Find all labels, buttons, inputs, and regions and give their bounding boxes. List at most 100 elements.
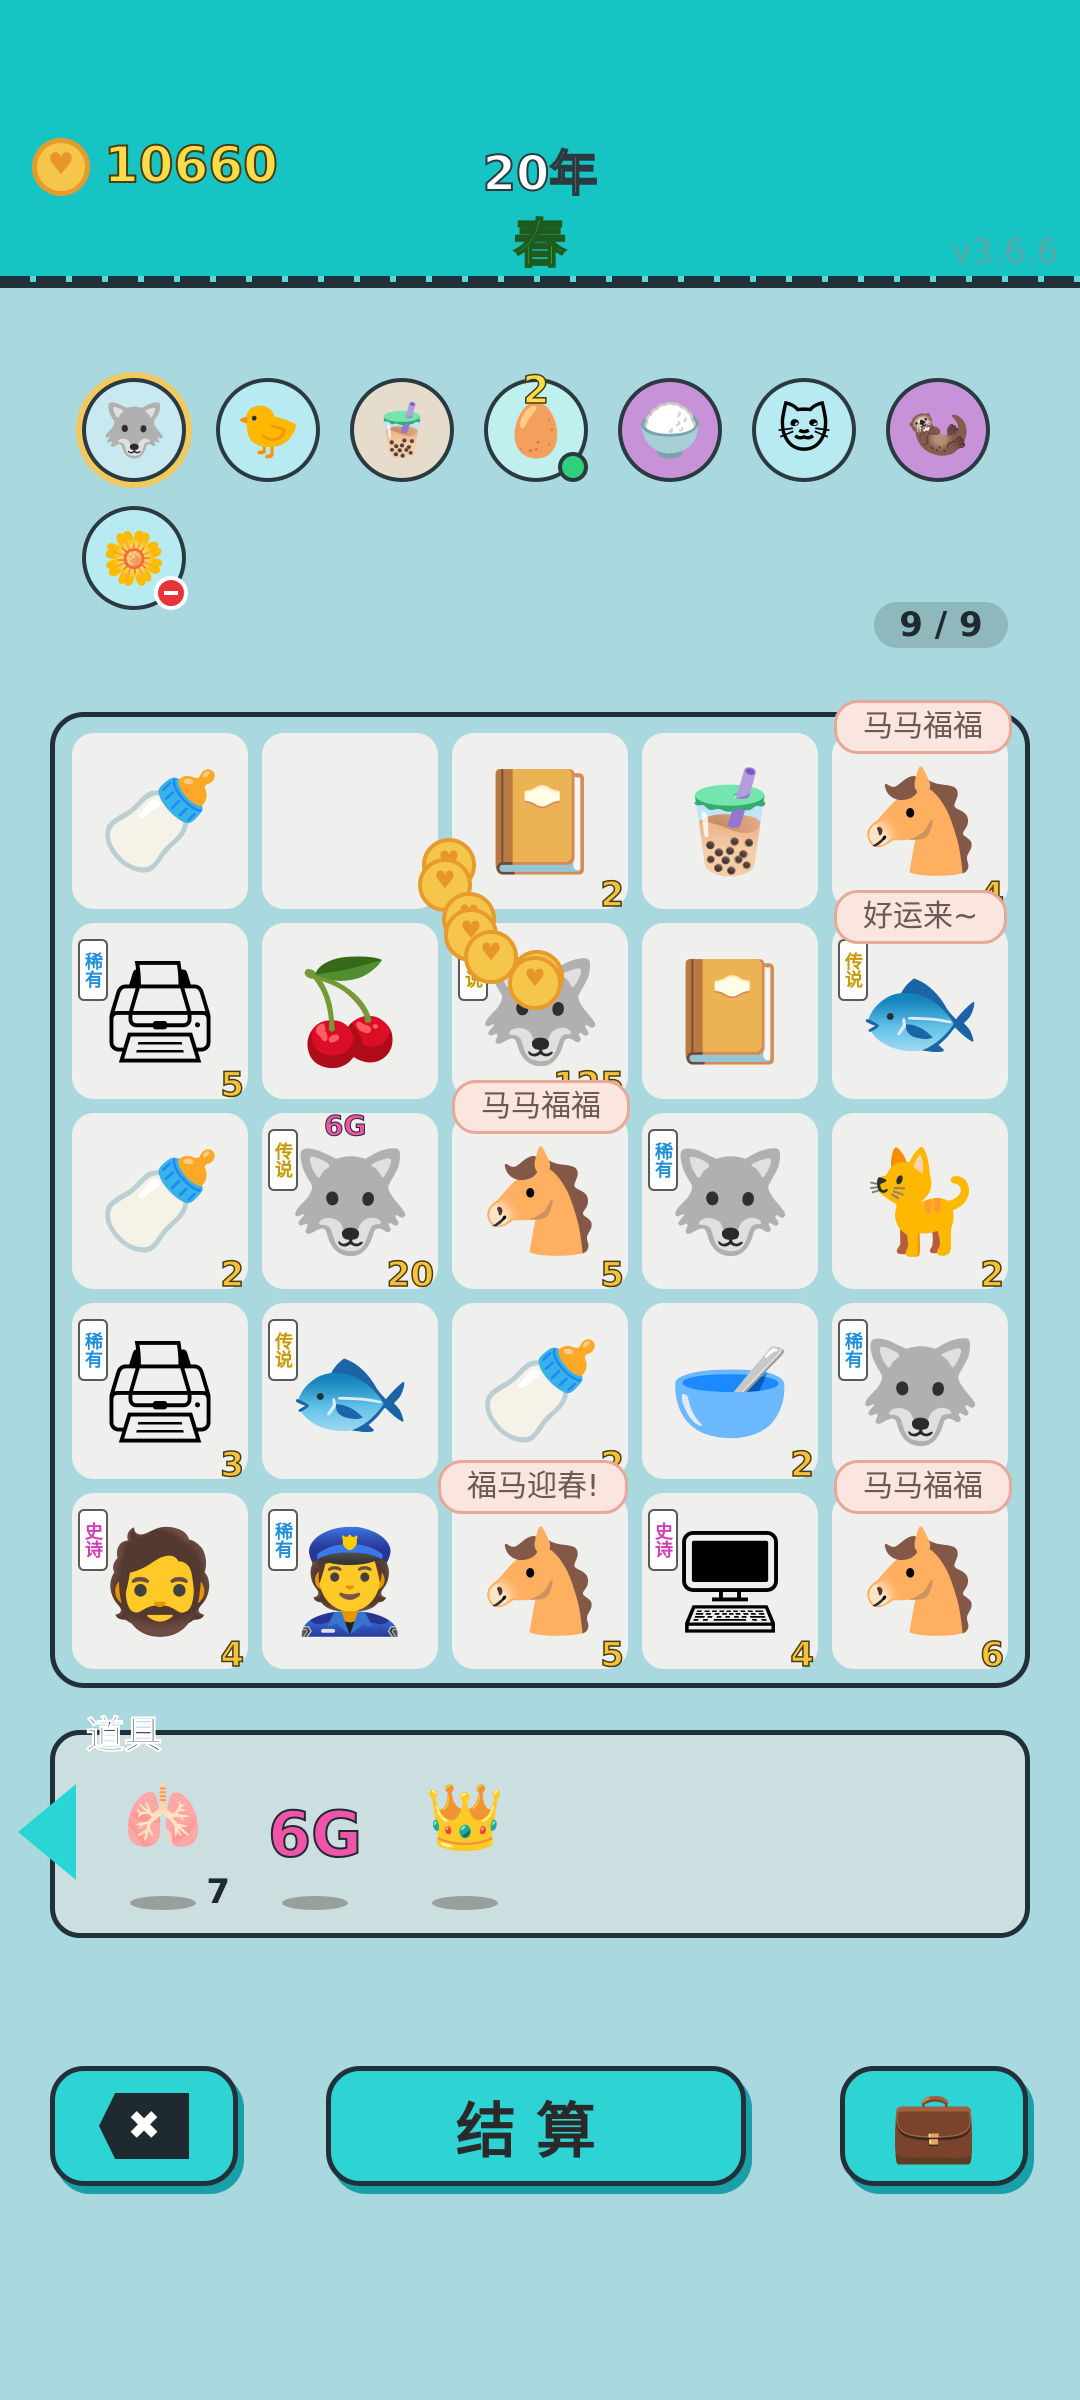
board-cell-printer[interactable]: 🖨 稀有 3 — [72, 1303, 248, 1486]
board-cell-bowl[interactable]: 🥣 2 — [642, 1303, 818, 1486]
chick-syringe-icon: 🐤 — [235, 400, 301, 461]
board-cell-book[interactable]: 📔 2 — [452, 733, 628, 916]
settle-button[interactable]: 结算 — [326, 2066, 746, 2186]
board-cell-cherry[interactable]: 🍒 — [262, 923, 438, 1099]
horse-icon: 🐴 — [477, 1143, 603, 1260]
buff-egg-tray[interactable]: 🥚 2 — [484, 367, 588, 482]
board-cell-green-hair-man[interactable]: 🧔 史诗 4 — [72, 1493, 248, 1676]
milk-bottle-icon: 🍼 — [477, 1333, 603, 1450]
coin-particle — [508, 956, 562, 1010]
prev-arrow-icon[interactable] — [18, 1784, 76, 1880]
item-liver[interactable]: 🫁 7 — [108, 1780, 230, 1912]
cell-count: 5 — [600, 1254, 625, 1296]
board-cell-horse[interactable]: 🐴4 — [832, 733, 1008, 916]
item-shadow — [282, 1896, 348, 1910]
board-cell-empty[interactable] — [262, 733, 438, 909]
milk-bottle-icon: 🍼 — [97, 1143, 223, 1260]
crown-icon: 👑 — [425, 1781, 505, 1855]
buff-bubble-tea[interactable]: 🧋 — [350, 378, 454, 482]
remove-button[interactable]: ✖ — [50, 2066, 238, 2186]
coin-icon — [32, 138, 90, 196]
rarity-badge: 稀有 — [648, 1129, 678, 1191]
board-cell-milk-bottle[interactable]: 🍼2 — [452, 1303, 628, 1486]
cell-count: 2 — [980, 1254, 1005, 1296]
buff-rice-bowls[interactable]: 🍚 — [618, 378, 722, 482]
horse-icon: 🐴 — [857, 1523, 983, 1640]
active-dot-icon — [558, 452, 588, 482]
board-cell-pink-bowl-tea[interactable]: 🧋 — [642, 733, 818, 909]
buff-husky-coin[interactable]: 🐺 — [82, 378, 186, 482]
rarity-badge: 稀有 — [78, 939, 108, 1001]
year-label: 20年 — [482, 145, 599, 203]
rarity-badge: 稀有 — [78, 1319, 108, 1381]
bubble-tea-icon: 🧋 — [369, 400, 435, 461]
board-cell-koi-fish[interactable]: 🐟 传说 — [262, 1303, 438, 1479]
bag-button[interactable]: 💼 — [840, 2066, 1028, 2186]
board-cell-book[interactable]: 📔 — [642, 923, 818, 1099]
meerkats-icon: 🦦 — [905, 400, 971, 461]
rice-bowls-icon: 🍚 — [637, 400, 703, 461]
speech-bubble: 马马福福 — [834, 1460, 1012, 1514]
rarity-badge: 稀有 — [838, 1319, 868, 1381]
cell-count: 5 — [220, 1064, 245, 1106]
book-icon: 📔 — [667, 953, 793, 1070]
book-icon: 📔 — [477, 763, 603, 880]
version-label: v3.6.6 — [951, 232, 1058, 272]
board-cell-husky-gray[interactable]: 🐺 稀有 — [642, 1113, 818, 1289]
6g-tag: 6G — [323, 1109, 367, 1143]
board-cell-horse[interactable]: 🐴 5 — [452, 1493, 628, 1676]
buff-meerkats[interactable]: 🦦 — [886, 378, 990, 482]
cell-count: 6 — [980, 1634, 1005, 1676]
cat-coin-icon: 🐱 — [776, 400, 832, 460]
board-cell-horse[interactable]: 🐴 6 — [832, 1493, 1008, 1676]
cell-count: 2 — [600, 874, 625, 916]
settle-label: 结算 — [456, 2096, 616, 2167]
items-title: 道具 — [85, 1713, 163, 1758]
buff-potted-flower[interactable]: 🌼 — [82, 506, 188, 610]
board-cell-yellow-cat[interactable]: 🐈 2 — [832, 1113, 1008, 1296]
item-6g[interactable]: 6G — [260, 1780, 370, 1910]
cell-count: 2 — [790, 1444, 815, 1486]
board-cell-milk-bottle[interactable]: 🍼 — [72, 733, 248, 909]
speech-bubble: 马马福福 — [452, 1080, 630, 1134]
rarity-badge: 传说 — [838, 939, 868, 1001]
cell-count: 3 — [220, 1444, 245, 1486]
slot-counter: 9 / 9 — [874, 602, 1008, 648]
board-cell-milk-bottle[interactable]: 🍼2 — [72, 1113, 248, 1296]
buff-chick-syringe[interactable]: 🐤 — [216, 378, 320, 482]
board-cell-horse[interactable]: 🐴 5 — [452, 1113, 628, 1296]
speech-bubble: 马马福福 — [834, 700, 1012, 754]
cherry-icon: 🍒 — [287, 953, 413, 1070]
cell-count: 5 — [600, 1634, 625, 1676]
board-cell-gpu[interactable]: 🖥 史诗 4 — [642, 1493, 818, 1676]
board-cell-police[interactable]: 👮 稀有 — [262, 1493, 438, 1669]
season-label: 春 — [513, 214, 567, 276]
cell-count: 2 — [220, 1254, 245, 1296]
horse-icon: 🐴 — [857, 763, 983, 880]
board-cell-husky-gray[interactable]: 🐺 稀有 — [832, 1303, 1008, 1479]
rarity-badge: 史诗 — [78, 1509, 108, 1571]
board-cell-koi-fish[interactable]: 🐟 传说 — [832, 923, 1008, 1099]
husky-coin-icon: 🐺 — [101, 400, 167, 461]
speech-bubble: 福马迎春! — [438, 1460, 629, 1514]
buff-cat-coin[interactable]: 🐱 — [752, 378, 856, 482]
horse-icon: 🐴 — [477, 1523, 603, 1640]
rarity-badge: 传说 — [268, 1319, 298, 1381]
cell-count: 4 — [790, 1634, 815, 1676]
6g-icon: 6G — [267, 1797, 363, 1872]
coin-balance: 10660 — [103, 135, 279, 195]
delete-icon: ✖ — [99, 2093, 189, 2159]
liver-icon: 🫁 — [123, 1781, 203, 1855]
speech-bubble: 好运来~ — [834, 890, 1008, 944]
board-cell-printer[interactable]: 🖨 稀有 5 — [72, 923, 248, 1106]
board-cell-husky-crown[interactable]: 🐺 传说 6G 20 — [262, 1109, 438, 1296]
cell-count: 20 — [386, 1254, 435, 1296]
buff-count: 2 — [522, 367, 550, 413]
item-shadow — [432, 1896, 498, 1910]
minus-icon — [154, 576, 188, 610]
cell-count: 4 — [220, 1634, 245, 1676]
briefcase-icon: 💼 — [890, 2084, 978, 2167]
pink-bowl-tea-icon: 🧋 — [667, 763, 793, 880]
bowl-icon: 🥣 — [667, 1333, 793, 1450]
item-crown[interactable]: 👑 — [410, 1780, 520, 1910]
